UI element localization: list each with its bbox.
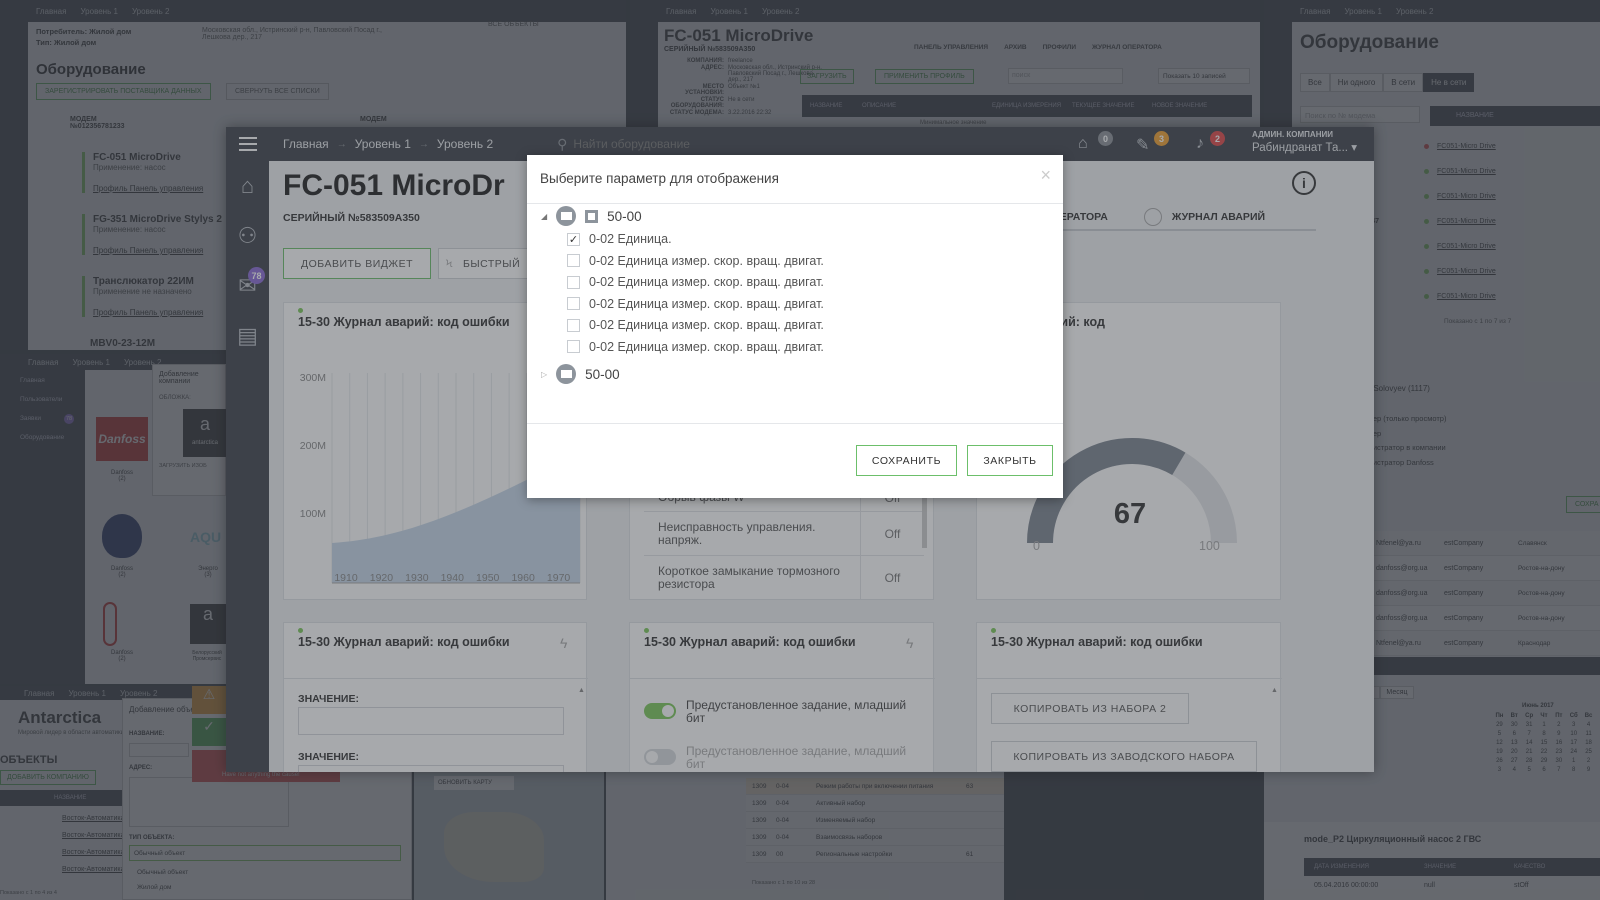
save-button[interactable]: СОХРАНИТЬ [856, 445, 957, 476]
parameter-item[interactable]: 0-02 Единица измер. скор. вращ. двигат. [567, 297, 824, 311]
group-label: 50-00 [585, 366, 620, 382]
parameter-label: 0-02 Единица измер. скор. вращ. двигат. [589, 253, 824, 268]
parameter-label: 0-02 Единица измер. скор. вращ. двигат. [589, 318, 824, 332]
collapse-arrow-icon[interactable]: ▷ [541, 370, 547, 379]
parameter-label: 0-02 Единица измер. скор. вращ. двигат. [589, 339, 824, 354]
close-button[interactable]: ЗАКРЫТЬ [967, 445, 1053, 476]
parameter-checkbox[interactable] [567, 340, 580, 353]
tree-group[interactable]: ◢ 50-00 [541, 206, 642, 226]
parameter-label: 0-02 Единица измер. скор. вращ. двигат. [589, 296, 824, 311]
parameter-item[interactable]: 0-02 Единица измер. скор. вращ. двигат. [567, 275, 824, 289]
tree-group[interactable]: ▷ 50-00 [541, 364, 620, 384]
group-label: 50-00 [607, 208, 642, 224]
parameter-item[interactable]: 0-02 Единица измер. скор. вращ. двигат. [567, 318, 824, 332]
group-checkbox[interactable] [585, 209, 599, 223]
parameter-checkbox[interactable] [567, 275, 580, 289]
parameter-checkbox[interactable] [567, 297, 580, 310]
parameter-select-dialog: Выберите параметр для отображения × ◢ 50… [527, 155, 1063, 498]
parameter-item[interactable]: 0-02 Единица измер. скор. вращ. двигат. [567, 340, 824, 354]
parameter-label: 0-02 Единица. [589, 232, 672, 246]
parameter-label: 0-02 Единица измер. скор. вращ. двигат. [589, 275, 824, 289]
parameter-item[interactable]: 0-02 Единица измер. скор. вращ. двигат. [567, 254, 824, 268]
parameter-item[interactable]: ✓ 0-02 Единица. [567, 232, 672, 246]
parameter-checkbox[interactable] [567, 254, 580, 267]
parameter-checkbox[interactable]: ✓ [567, 232, 580, 246]
expand-arrow-icon[interactable]: ◢ [541, 212, 547, 221]
parameter-checkbox[interactable] [567, 318, 580, 332]
dialog-title: Выберите параметр для отображения [540, 171, 779, 186]
folder-icon [556, 364, 577, 384]
close-icon[interactable]: × [1040, 165, 1051, 186]
folder-icon [556, 206, 577, 226]
